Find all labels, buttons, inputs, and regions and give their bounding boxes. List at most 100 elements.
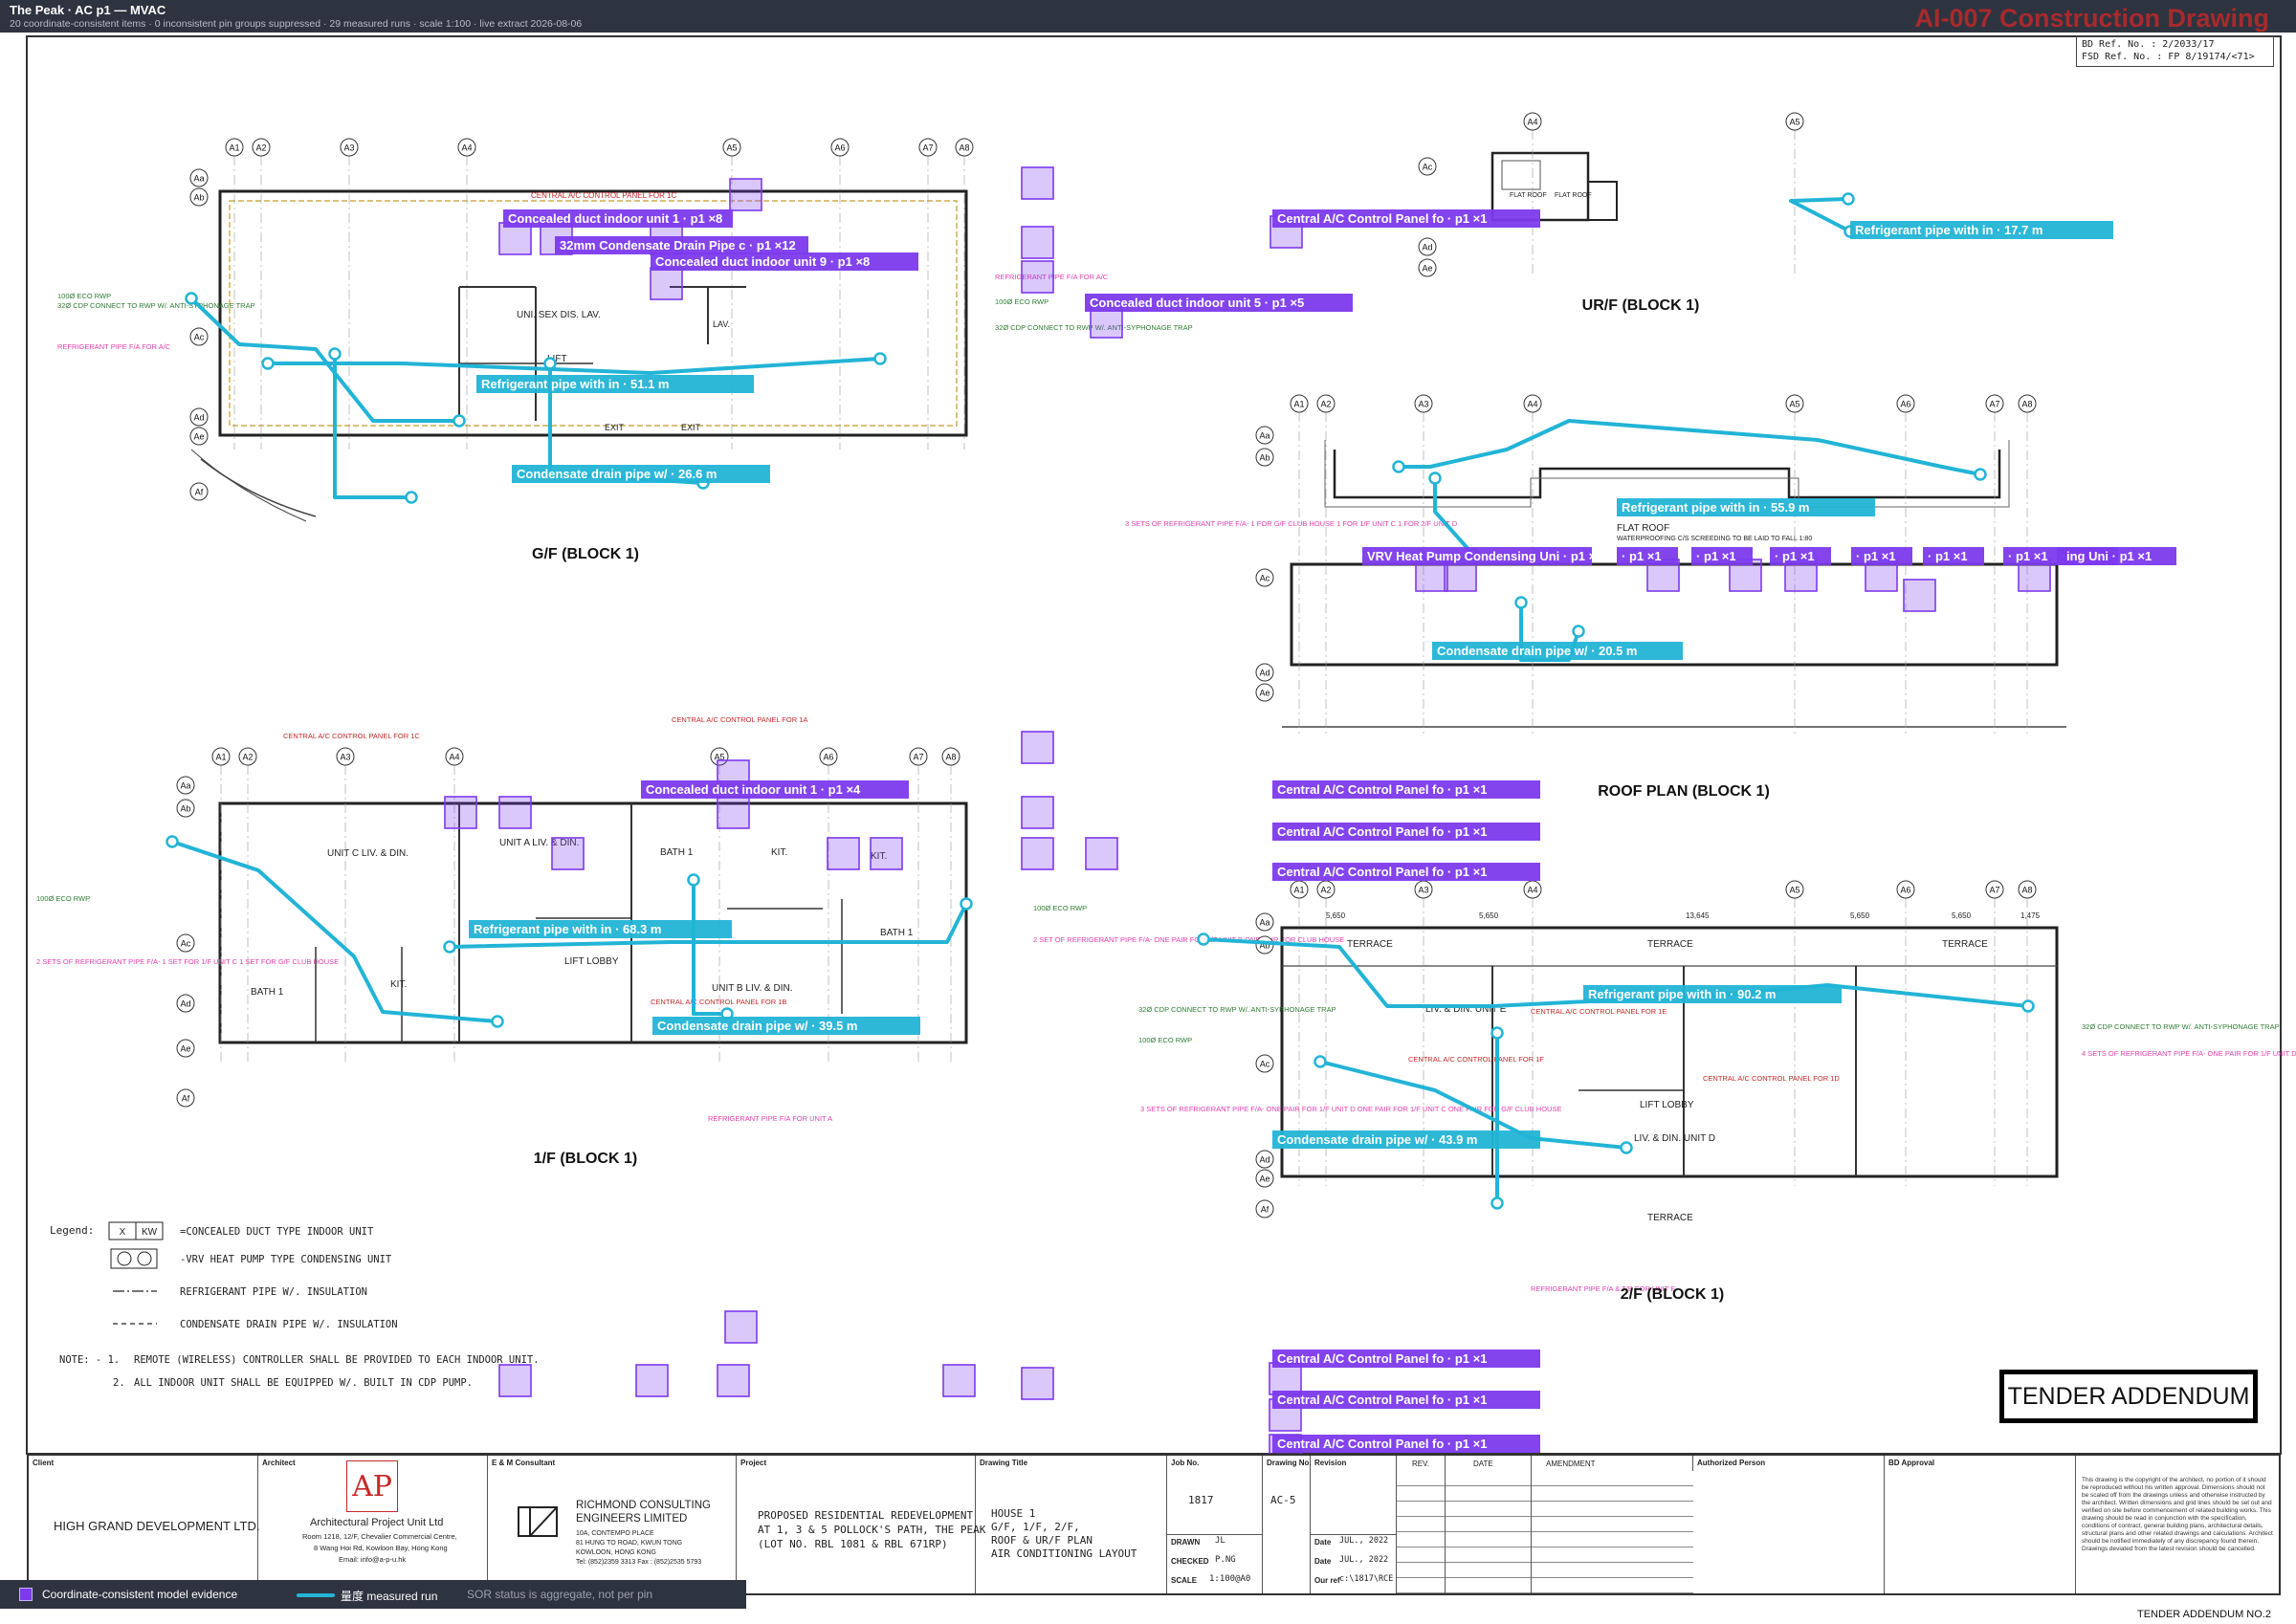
run-endpoint[interactable] [1572,625,1585,638]
grid-label-roof-a6: A6 [1900,400,1910,409]
run-endpoint[interactable] [687,873,700,887]
measured-run[interactable] [1789,197,1851,233]
evidence-box[interactable] [724,1310,758,1344]
run-endpoint[interactable] [328,347,342,361]
evidence-box[interactable] [635,1364,669,1397]
run-endpoint[interactable] [261,357,275,370]
evidence-label[interactable]: · p1 ×1 [1923,547,1984,565]
evidence-box[interactable] [650,267,683,300]
evidence-label[interactable]: ing Uni · p1 ×1 [2062,547,2176,565]
run-endpoint[interactable] [443,940,456,954]
run-label[interactable]: Condensate drain pipe w/ · 39.5 m [652,1017,920,1035]
run-endpoint[interactable] [1428,472,1442,485]
evidence-label[interactable]: Concealed duct indoor unit 5 · p1 ×5 [1085,294,1353,312]
evidence-label[interactable]: · p1 ×1 [1770,547,1831,565]
evidence-label[interactable]: · p1 ×1 [1691,547,1753,565]
evidence-label[interactable]: Concealed duct indoor unit 1 · p1 ×4 [641,780,909,799]
evidence-box[interactable] [827,837,860,870]
gf-note-refrig: REFRIGERANT PIPE F/A FOR A/C [57,342,171,351]
consultant-caption: E & M Consultant [492,1459,556,1467]
evidence-label[interactable]: VRV Heat Pump Condensing Uni · p1 ×1 [1362,547,1602,565]
1f-room-kit3: KIT. [390,979,407,990]
evidence-box[interactable] [942,1364,976,1397]
tb-project: Project PROPOSED RESIDENTIAL REDEVELOPME… [737,1456,985,1593]
evidence-label[interactable]: Central A/C Control Panel fo · p1 ×1 [1272,1435,1540,1453]
evidence-box[interactable] [1085,837,1118,870]
run-endpoint[interactable] [453,414,466,428]
evidence-box[interactable] [551,837,585,870]
evidence-label[interactable]: · p1 ×1 [2003,547,2064,565]
evidence-label[interactable]: Central A/C Control Panel fo · p1 ×1 [1272,863,1540,881]
run-label[interactable]: Condensate drain pipe w/ · 20.5 m [1432,642,1683,660]
drawing-no: AC-5 [1270,1494,1296,1506]
run-endpoint[interactable] [185,292,198,305]
evidence-box[interactable] [1021,796,1054,829]
run-endpoint[interactable] [1514,596,1528,609]
evidence-box[interactable] [444,796,477,829]
run-endpoint[interactable] [1314,1055,1327,1068]
run-endpoint[interactable] [2021,999,2035,1013]
evidence-box[interactable] [717,1364,750,1397]
1f-room-unitc: UNIT C LIV. & DIN. [327,848,408,859]
evidence-box[interactable] [1021,260,1054,294]
evidence-label[interactable]: Concealed duct indoor unit 9 · p1 ×8 [651,252,918,271]
2f-note-cdp-left: 32Ø CDP CONNECT TO RWP W/. ANTI-SYPHONAG… [1138,1005,1336,1014]
run-endpoint[interactable] [1197,933,1210,946]
evidence-box[interactable] [1021,837,1054,870]
run-endpoint[interactable] [1392,460,1405,473]
run-endpoint[interactable] [1490,1026,1504,1040]
run-label[interactable]: Refrigerant pipe with in · 90.2 m [1583,985,1842,1003]
evidence-label[interactable]: Concealed duct indoor unit 1 · p1 ×8 [503,209,733,228]
evidence-box[interactable] [1021,166,1054,200]
grid-label-gf-aa: Aa [193,174,204,184]
measurement-overlay: Concealed duct indoor unit 1 · p1 ×8 32mm… [166,166,2176,1467]
grid-label-roof-a7: A7 [1989,400,1999,409]
run-endpoint[interactable] [960,897,973,911]
evidence-label[interactable]: · p1 ×1 [1617,547,1678,565]
label-text: Condensate drain pipe w/ · 26.6 m [517,467,718,481]
evidence-label[interactable]: Central A/C Control Panel fo · p1 ×1 [1272,1350,1540,1368]
run-endpoint[interactable] [873,352,887,365]
tb-job: Job No. 1817 DRAWN JL CHECKED P.NG SCALE… [1167,1456,1263,1593]
evidence-box[interactable] [870,837,903,870]
run-endpoint[interactable] [1620,1141,1633,1154]
run-endpoint[interactable] [405,491,418,504]
evidence-label[interactable]: Central A/C Control Panel fo · p1 ×1 [1272,1391,1540,1409]
run-endpoint[interactable] [543,357,557,370]
measured-run[interactable] [189,296,459,423]
grid-label-gf-a5: A5 [726,143,737,153]
run-label[interactable]: Refrigerant pipe with in · 17.7 m [1850,221,2113,239]
evidence-box[interactable] [717,796,750,829]
evidence-box[interactable] [1021,1367,1054,1400]
evidence-label[interactable]: Central A/C Control Panel fo · p1 ×1 [1272,823,1540,841]
evidence-box[interactable] [1021,731,1054,764]
run-label[interactable]: Condensate drain pipe w/ · 26.6 m [512,465,770,483]
measured-run[interactable] [1433,478,1475,557]
run-endpoint[interactable] [166,835,179,848]
run-label[interactable]: Refrigerant pipe with in · 55.9 m [1617,498,1875,516]
evidence-label[interactable]: Central A/C Control Panel fo · p1 ×1 [1272,780,1540,799]
evidence-box[interactable] [1021,226,1054,259]
label-text: Central A/C Control Panel fo · p1 ×1 [1277,1437,1487,1451]
1f-room-bath1c: BATH 1 [251,987,284,998]
evidence-label[interactable]: Central A/C Control Panel fo · p1 ×1 [1272,209,1540,228]
run-label[interactable]: Condensate drain pipe w/ · 43.9 m [1272,1130,1540,1149]
run-label[interactable]: Refrigerant pipe with in · 51.1 m [476,375,754,393]
label-text: · p1 ×1 [2008,549,2048,563]
run-endpoint[interactable] [1490,1196,1504,1210]
run-label[interactable]: Refrigerant pipe with in · 68.3 m [469,920,732,938]
measured-run[interactable] [268,357,881,375]
evidence-box[interactable] [498,1364,532,1397]
evidence-label[interactable]: 32mm Condensate Drain Pipe c · p1 ×12 [555,236,808,254]
run-endpoint[interactable] [1974,468,1987,481]
run-endpoint[interactable] [1842,192,1855,206]
run-endpoint[interactable] [491,1015,504,1028]
evidence-box[interactable] [1903,579,1936,612]
evidence-label[interactable]: · p1 ×1 [1851,547,1912,565]
measured-run[interactable] [692,880,727,1016]
measured-run[interactable] [1399,419,1981,476]
consultant-name2: ENGINEERS LIMITED [576,1513,688,1525]
evidence-box[interactable] [729,178,762,211]
evidence-box[interactable] [498,796,532,829]
grid-label-f2-a7: A7 [1989,886,1999,895]
